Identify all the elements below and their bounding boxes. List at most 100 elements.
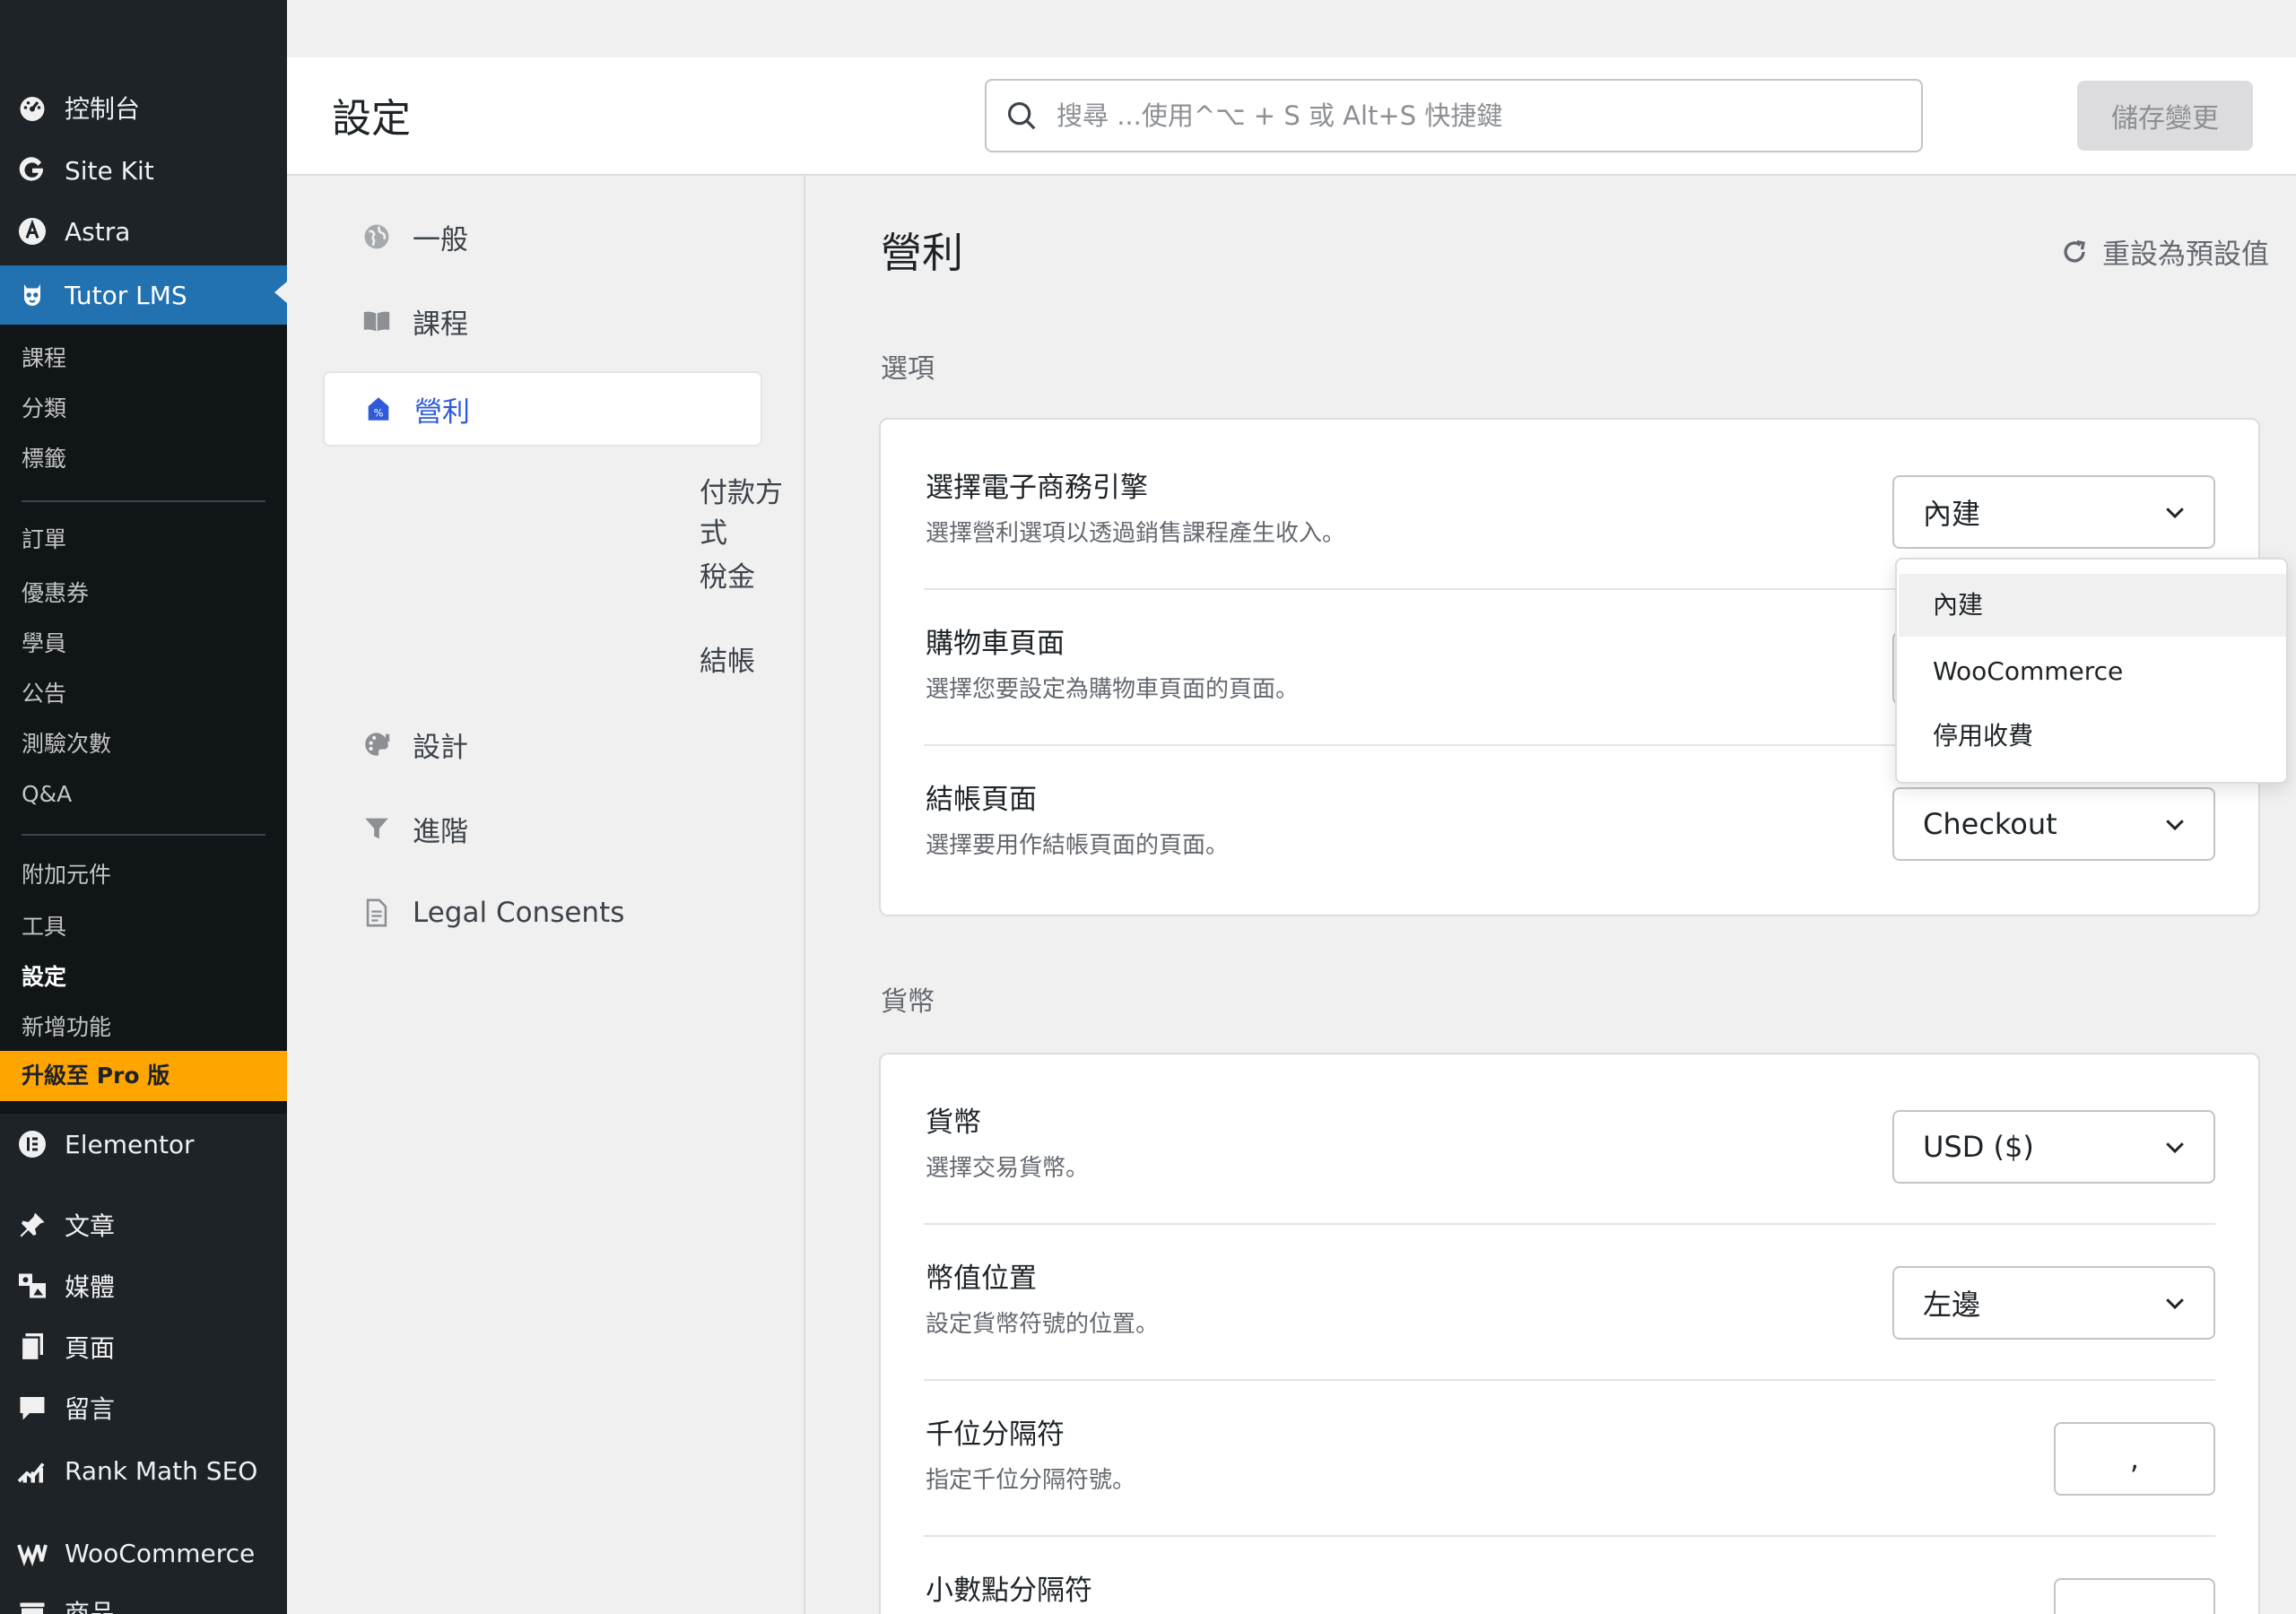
tab-advanced[interactable]: 進階 [323, 791, 762, 866]
menu-label: 商品 [65, 1599, 116, 1614]
menu-item-tutor-lms[interactable]: Tutor LMS [0, 265, 287, 325]
tab-legal-consents[interactable]: Legal Consents [323, 875, 762, 950]
astra-icon [14, 213, 50, 249]
row-description: 選擇您要設定為購物車頁面的頁面。 [926, 676, 1300, 703]
document-icon [361, 897, 393, 929]
menu-label: 控制台 [65, 94, 141, 124]
palette-icon [361, 728, 393, 760]
select-value: Checkout [1923, 807, 2057, 841]
submenu-whats-new[interactable]: 新增功能 [22, 1010, 111, 1046]
checkout-page-select[interactable]: Checkout [1892, 787, 2215, 861]
menu-label: Elementor [65, 1129, 195, 1159]
row-label: 選擇電子商務引擎 [926, 472, 1148, 504]
tab-label: 設計 [413, 731, 468, 764]
row-label: 購物車頁面 [926, 628, 1065, 660]
submenu-courses[interactable]: 課程 [22, 341, 66, 377]
submenu-quiz-attempts[interactable]: 測驗次數 [22, 726, 111, 762]
row-label: 結帳頁面 [926, 784, 1037, 816]
menu-item-posts[interactable]: 文章 [0, 1198, 287, 1252]
submenu-coupons[interactable]: 優惠券 [22, 576, 89, 612]
settings-header: 設定 儲存變更 [287, 57, 2296, 176]
row-label: 幣值位置 [926, 1263, 1037, 1295]
globe-icon [361, 221, 393, 253]
menu-item-comments[interactable]: 留言 [0, 1381, 287, 1435]
reset-label: 重設為預設值 [2102, 239, 2269, 271]
book-icon [361, 305, 393, 337]
menu-item-media[interactable]: 媒體 [0, 1259, 287, 1313]
row-description: 選擇要用作結帳頁面的頁面。 [926, 832, 1230, 859]
menu-label: Site Kit [65, 155, 154, 186]
submenu-tools[interactable]: 工具 [22, 909, 66, 945]
menu-label: WooCommerce [65, 1538, 256, 1568]
menu-label: Astra [65, 216, 131, 247]
save-changes-button[interactable]: 儲存變更 [2077, 81, 2253, 151]
tab-label: 一般 [413, 223, 468, 256]
tab-courses[interactable]: 課程 [323, 283, 762, 359]
submenu-announcements[interactable]: 公告 [22, 676, 66, 712]
tab-design[interactable]: 設計 [323, 707, 762, 782]
media-icon [14, 1268, 50, 1304]
rank-math-icon [14, 1453, 50, 1488]
menu-item-rank-math[interactable]: Rank Math SEO [0, 1444, 287, 1497]
products-icon [14, 1594, 50, 1614]
subtab-taxes[interactable]: 稅金 [700, 554, 755, 594]
submenu-separator [22, 834, 265, 836]
submenu-students[interactable]: 學員 [22, 626, 66, 662]
menu-item-woocommerce[interactable]: WooCommerce [0, 1526, 287, 1580]
submenu-settings[interactable]: 設定 [22, 959, 66, 995]
subtab-checkout[interactable]: 結帳 [700, 638, 755, 679]
menu-label: 留言 [65, 1394, 116, 1424]
chevron-down-icon [2166, 508, 2184, 519]
comment-icon [14, 1390, 50, 1426]
select-value: USD ($) [1923, 1130, 2034, 1164]
row-label: 貨幣 [926, 1106, 981, 1139]
submenu-orders[interactable]: 訂單 [22, 522, 66, 558]
subtab-payment-methods[interactable]: 付款方式 [700, 470, 804, 551]
row-divider [924, 1379, 2215, 1381]
menu-label: Rank Math SEO [65, 1455, 258, 1486]
menu-item-site-kit[interactable]: Site Kit [0, 143, 287, 197]
menu-label: 媒體 [65, 1272, 116, 1302]
tab-general[interactable]: 一般 [323, 199, 762, 274]
decimal-separator-input[interactable] [2054, 1578, 2215, 1614]
dropdown-option-woocommerce[interactable]: WooCommerce [1899, 640, 2286, 703]
menu-item-elementor[interactable]: Elementor [0, 1117, 287, 1171]
menu-item-products[interactable]: 商品 [0, 1585, 287, 1614]
search-input[interactable] [1057, 100, 1864, 131]
svg-text:%: % [374, 407, 384, 420]
tab-label: 進階 [413, 815, 468, 848]
submenu-separator [22, 500, 265, 502]
submenu-categories[interactable]: 分類 [22, 391, 66, 427]
currency-select[interactable]: USD ($) [1892, 1110, 2215, 1184]
submenu-qa[interactable]: Q&A [22, 777, 72, 812]
menu-item-dashboard[interactable]: 控制台 [0, 81, 287, 134]
dashboard-icon [14, 90, 50, 126]
menu-label: 頁面 [65, 1333, 116, 1363]
select-value: 左邊 [1923, 1288, 1981, 1322]
submenu-addons[interactable]: 附加元件 [22, 857, 111, 893]
section-title: 營利 [881, 229, 963, 277]
ecommerce-engine-select[interactable]: 內建 [1892, 475, 2215, 549]
dropdown-option-builtin[interactable]: 內建 [1899, 574, 2286, 637]
tutor-owl-icon [14, 277, 50, 313]
select-value: 內建 [1923, 497, 1981, 531]
menu-item-pages[interactable]: 頁面 [0, 1320, 287, 1374]
chevron-down-icon [2166, 820, 2184, 831]
settings-main: 營利 重設為預設值 選項 選擇電子商務引擎 選擇營利選項以透過銷售課程產生收入。… [807, 176, 2296, 1614]
reset-defaults-button[interactable]: 重設為預設值 [2059, 231, 2269, 272]
refresh-icon [2064, 239, 2085, 263]
row-description: 指定千位分隔符號。 [926, 1467, 1136, 1494]
row-description: 設定貨幣符號的位置。 [926, 1311, 1160, 1338]
thousand-separator-input[interactable]: , [2054, 1422, 2215, 1496]
tab-monetization[interactable]: % 營利 [323, 371, 762, 447]
menu-item-astra[interactable]: Astra [0, 204, 287, 258]
upgrade-pro-link[interactable]: 升級至 Pro 版 [0, 1051, 287, 1101]
submenu-tags[interactable]: 標籤 [22, 441, 66, 477]
chevron-down-icon [2166, 1298, 2184, 1310]
chevron-down-icon [2166, 1142, 2184, 1154]
search-box[interactable] [985, 79, 1923, 152]
tab-label: Legal Consents [413, 897, 625, 929]
pin-icon [14, 1207, 50, 1243]
dropdown-option-disable[interactable]: 停用收費 [1899, 705, 2286, 768]
currency-position-select[interactable]: 左邊 [1892, 1266, 2215, 1340]
